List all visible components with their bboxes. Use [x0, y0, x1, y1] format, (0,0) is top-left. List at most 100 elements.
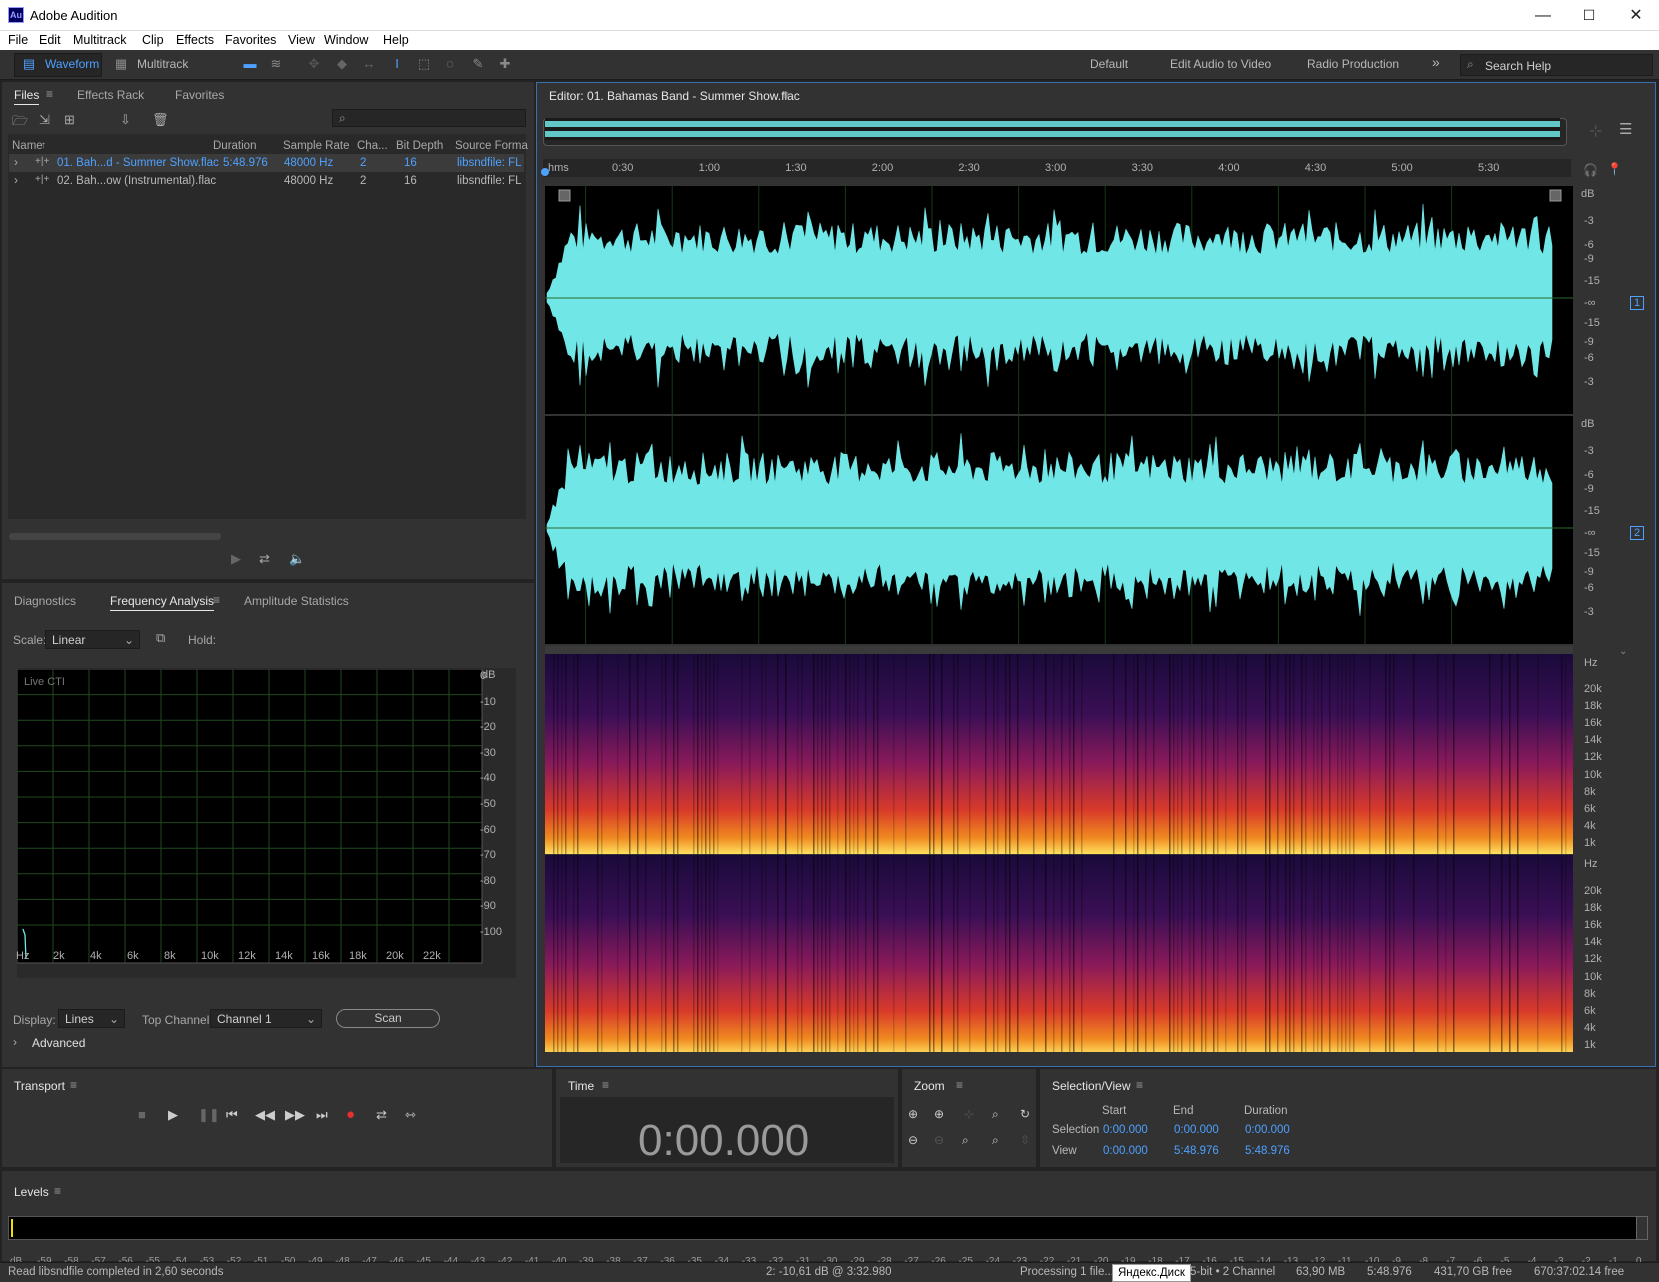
tab-effects-rack[interactable]: Effects Rack [77, 88, 144, 102]
zoom-out-amplitude-icon[interactable]: ⊖ [908, 1133, 918, 1147]
panel-menu-icon[interactable]: ≡ [70, 1078, 77, 1092]
menu-edit[interactable]: Edit [39, 33, 61, 47]
overview-menu-icon[interactable]: ☰ [1619, 120, 1632, 138]
spot-healing-tool-icon[interactable]: ✚ [497, 56, 513, 72]
move-tool-icon[interactable]: ✥ [306, 56, 322, 72]
selection-duration[interactable]: 0:00.000 [1245, 1124, 1290, 1136]
zoom-in-amplitude-icon[interactable]: ⊕ [908, 1107, 918, 1121]
menu-clip[interactable]: Clip [142, 33, 164, 47]
headphones-icon[interactable]: 🎧 [1583, 163, 1598, 177]
col-channels[interactable]: Cha... [357, 140, 388, 152]
tab-files[interactable]: Files [14, 88, 40, 105]
move-to-next-icon[interactable]: ⏭ [316, 1107, 328, 1123]
loop-preview-icon[interactable]: ⇄ [259, 551, 270, 567]
expand-chevron-icon[interactable]: › [14, 155, 18, 169]
view-duration[interactable]: 5:48.976 [1245, 1145, 1290, 1157]
panel-menu-icon[interactable]: ≡ [956, 1078, 963, 1092]
scale-dropdown[interactable]: Linear ⌄ [45, 630, 140, 649]
play-preview-icon[interactable]: ▶ [231, 551, 241, 567]
zoom-out-full-icon[interactable]: ⌕ [992, 1107, 999, 1122]
view-end[interactable]: 5:48.976 [1174, 1145, 1219, 1157]
import-file-icon[interactable]: ⇲ [39, 112, 50, 128]
col-sample-rate[interactable]: Sample Rate [283, 140, 349, 152]
waveform-display-icon[interactable]: ▬ [242, 56, 258, 72]
time-selection-tool-icon[interactable]: I [389, 56, 405, 72]
waveform-button[interactable]: Waveform [19, 54, 99, 75]
collapse-chevron-icon[interactable]: ⌄ [1619, 646, 1627, 657]
move-to-previous-icon[interactable]: ⏮ [226, 1107, 238, 1123]
marquee-tool-icon[interactable]: ⬚ [416, 56, 432, 72]
workspace-default[interactable]: Default [1090, 57, 1128, 71]
loop-playback-icon[interactable]: ⇄ [376, 1107, 387, 1123]
panel-menu-icon[interactable]: ≡ [1136, 1078, 1143, 1092]
insert-into-multitrack-icon[interactable]: ⇩ [120, 112, 131, 128]
view-start[interactable]: 0:00.000 [1103, 1145, 1148, 1157]
skip-selection-icon[interactable]: ⇿ [405, 1107, 416, 1123]
channel-1-badge[interactable]: 1 [1630, 296, 1645, 310]
zoom-in-point-icon[interactable]: ⊹ [964, 1107, 974, 1121]
menu-favorites[interactable]: Favorites [225, 33, 276, 47]
more-workspaces-button[interactable]: » [1432, 54, 1440, 70]
play-icon[interactable]: ▶ [168, 1107, 178, 1123]
multitrack-button[interactable]: Multitrack [111, 54, 188, 75]
fast-forward-icon[interactable]: ▶▶ [285, 1107, 305, 1123]
tab-diagnostics[interactable]: Diagnostics [14, 594, 76, 608]
advanced-label[interactable]: Advanced [32, 1036, 85, 1050]
maximize-button[interactable]: ☐ [1566, 0, 1612, 31]
minimize-button[interactable]: — [1520, 0, 1566, 31]
expand-chevron-icon[interactable]: › [13, 1035, 17, 1049]
snapshot-icon[interactable]: ⧉ [156, 630, 165, 646]
zoom-in-time-icon[interactable]: ⊕ [934, 1107, 944, 1121]
spectral-display-icon[interactable]: ≋ [268, 56, 284, 72]
delete-icon[interactable]: 🗑 [152, 112, 169, 128]
record-icon[interactable]: ● [346, 1106, 355, 1123]
channel-2-badge[interactable]: 2 [1630, 526, 1645, 540]
razor-tool-icon[interactable]: ◆ [334, 56, 350, 72]
view-splitter[interactable] [545, 646, 1573, 654]
fade-in-handle[interactable] [558, 189, 571, 202]
close-button[interactable]: ✕ [1613, 0, 1659, 31]
files-search-input[interactable]: ⌕ [332, 109, 526, 127]
panel-menu-icon[interactable]: ≡ [213, 593, 220, 607]
zoom-out-selection-icon[interactable]: ⌕ [992, 1133, 999, 1148]
menu-file[interactable]: File [8, 33, 28, 47]
clip-indicator[interactable] [1636, 1216, 1648, 1240]
menu-view[interactable]: View [288, 33, 315, 47]
tab-frequency-analysis[interactable]: Frequency Analysis [110, 594, 215, 611]
new-file-icon[interactable]: ⊞ [64, 112, 75, 128]
search-help-field[interactable]: ⌕ Search Help [1460, 54, 1653, 76]
stop-icon[interactable]: ■ [138, 1107, 146, 1122]
top-channel-dropdown[interactable]: Channel 1 ⌄ [210, 1009, 322, 1028]
panel-menu-icon[interactable]: ≡ [602, 1078, 609, 1092]
pin-icon[interactable]: 📍 [1607, 162, 1622, 176]
menu-effects[interactable]: Effects [176, 33, 214, 47]
file-row[interactable]: › +|+ 01. Bah...d - Summer Show.flac 5:4… [9, 154, 524, 172]
slip-tool-icon[interactable]: ↔ [361, 56, 377, 72]
tab-amplitude-statistics[interactable]: Amplitude Statistics [244, 594, 349, 608]
zoom-reset-icon[interactable]: ↻ [1020, 1107, 1030, 1121]
tab-favorites[interactable]: Favorites [175, 88, 224, 102]
open-file-icon[interactable]: 🗁 [12, 112, 28, 134]
panel-menu-icon[interactable]: ≡ [782, 88, 789, 102]
panel-menu-icon[interactable]: ≡ [46, 87, 53, 101]
spectrogram-channel-2[interactable] [545, 855, 1573, 1052]
files-horizontal-scrollbar[interactable] [9, 533, 221, 540]
lasso-tool-icon[interactable]: ◌ [442, 56, 458, 72]
workspace-radio-production[interactable]: Radio Production [1307, 57, 1399, 71]
panel-menu-icon[interactable]: ≡ [54, 1184, 61, 1198]
file-row[interactable]: › +|+ 02. Bah...ow (Instrumental).flac 4… [9, 172, 524, 190]
scan-button[interactable]: Scan [336, 1009, 440, 1028]
pause-icon[interactable]: ❚❚ [198, 1107, 220, 1123]
autoplay-icon[interactable]: 🔈 [289, 551, 305, 567]
col-name[interactable]: Name [12, 140, 43, 152]
spectrogram-channel-1[interactable] [545, 654, 1573, 854]
workspace-edit-audio-to-video[interactable]: Edit Audio to Video [1170, 57, 1271, 71]
fade-out-handle[interactable] [1549, 189, 1562, 202]
menu-multitrack[interactable]: Multitrack [73, 33, 126, 47]
zoom-to-time-icon[interactable]: ⊹ [1589, 121, 1602, 141]
menu-help[interactable]: Help [383, 33, 409, 47]
col-source-format[interactable]: Source Forma [455, 140, 528, 152]
zoom-in-selection-icon[interactable]: ⌕ [962, 1133, 969, 1148]
selection-end[interactable]: 0:00.000 [1174, 1124, 1219, 1136]
col-bit-depth[interactable]: Bit Depth [396, 140, 443, 152]
